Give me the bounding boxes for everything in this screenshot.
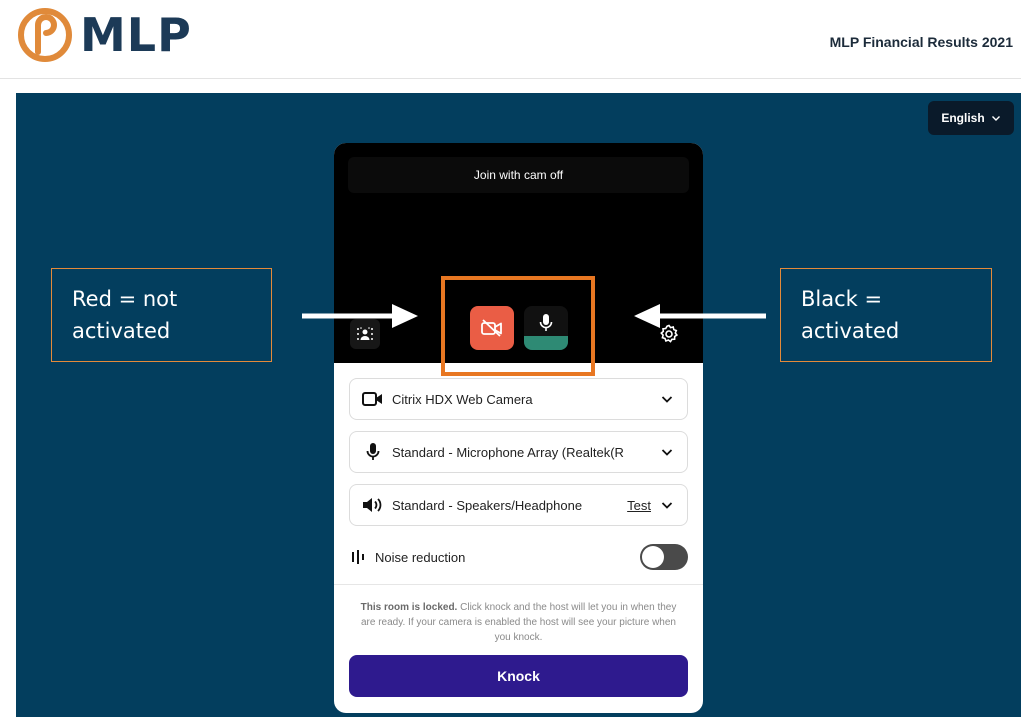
noise-reduction-label: Noise reduction [375,549,466,565]
arrow-left-icon [634,304,766,328]
noise-reduction-toggle[interactable] [640,544,688,570]
annotation-right-line-2: activated [801,319,900,343]
microphone-select[interactable]: Standard - Microphone Array (Realtek(R [349,431,688,473]
arrow-right-icon [302,304,418,328]
speaker-select[interactable]: Standard - Speakers/Headphone Test [349,484,688,526]
annotation-black-activated: Black = activated [780,268,992,362]
chevron-down-icon [661,449,673,456]
controls-highlight-box [441,276,595,376]
room-locked-notice: This room is locked. Click knock and the… [354,600,683,645]
knock-button[interactable]: Knock [349,655,688,697]
language-label: English [941,111,985,125]
page-header: MLP MLP Financial Results 2021 [0,0,1021,79]
chevron-down-icon [991,116,1000,121]
page-title: MLP Financial Results 2021 [829,34,1013,50]
chevron-down-icon [661,396,673,403]
divider [334,584,703,585]
annotation-right-line-1: Black = [801,287,883,311]
cam-off-banner: Join with cam off [348,157,689,193]
mlp-logo-icon [18,8,72,62]
toggle-knob [642,546,664,568]
noise-reduction-icon [352,550,364,564]
video-camera-icon [362,388,384,410]
room-locked-notice-bold: This room is locked. [360,602,458,613]
annotation-left-line-1: Red = not [72,287,178,311]
speaker-test-link[interactable]: Test [627,498,651,513]
chevron-down-icon [661,502,673,509]
microphone-icon [362,441,384,463]
mlp-logo: MLP [18,8,192,62]
speaker-icon [362,494,384,516]
speaker-select-label: Standard - Speakers/Headphone [392,497,583,513]
camera-select-label: Citrix HDX Web Camera [392,391,533,407]
prejoin-panel: Join with cam off Citrix HDX Web Camera … [334,143,703,713]
microphone-icon [539,314,553,331]
brand-name: MLP [80,8,192,62]
camera-select[interactable]: Citrix HDX Web Camera [349,378,688,420]
noise-reduction-row: Noise reduction [349,543,688,571]
microphone-select-label: Standard - Microphone Array (Realtek(R [392,444,624,460]
annotation-left-line-2: activated [72,319,171,343]
language-dropdown[interactable]: English [928,101,1014,135]
annotation-red-not-activated: Red = not activated [51,268,272,362]
